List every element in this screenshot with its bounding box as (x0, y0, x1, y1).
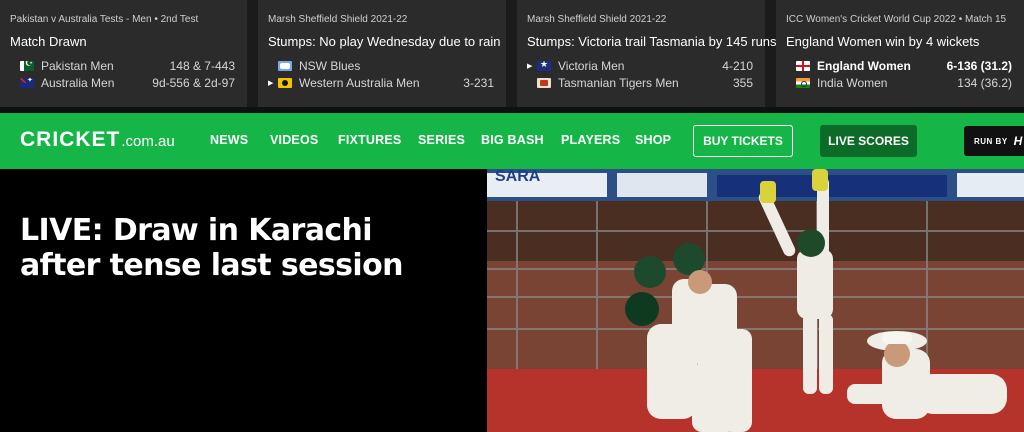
match-meta: Marsh Sheffield Shield 2021-22 (268, 14, 408, 25)
team-name: India Women (817, 76, 888, 90)
team-name: Tasmanian Tigers Men (558, 76, 679, 90)
victoria-flag-icon (537, 61, 551, 71)
team-row: Australia Men 9d-556 & 2d-97 (10, 75, 235, 91)
team-name: NSW Blues (299, 59, 361, 73)
sponsor-logo: H (1013, 134, 1023, 148)
nav-link-series[interactable]: SERIES (418, 133, 465, 147)
match-meta: Pakistan v Australia Tests - Men • 2nd T… (10, 14, 199, 25)
team-score: 6-136 (31.2) (946, 59, 1012, 73)
team-row: Tasmanian Tigers Men 355 (527, 75, 753, 91)
team-score: 3-231 (463, 76, 494, 90)
team-row: ▶ Western Australia Men 3-231 (268, 75, 494, 91)
match-meta: ICC Women's Cricket World Cup 2022 • Mat… (786, 14, 1007, 25)
hero-headline[interactable]: LIVE: Draw in Karachi after tense last s… (20, 213, 460, 283)
stadium-banner-text: SARA (495, 169, 541, 185)
hero-photo[interactable]: SARA (487, 169, 1024, 432)
buy-tickets-button[interactable]: BUY TICKETS (693, 125, 793, 157)
batting-indicator: ▶ (268, 80, 274, 87)
team-name: Western Australia Men (299, 76, 420, 90)
nav-link-videos[interactable]: VIDEOS (270, 133, 318, 147)
tasmania-flag-icon (537, 78, 551, 88)
team-score: 134 (36.2) (957, 76, 1012, 90)
logo-suffix: .com.au (121, 133, 175, 150)
main-nav: CRICKET .com.au NEWS VIDEOS FIXTURES SER… (0, 113, 1024, 169)
score-card[interactable]: Marsh Sheffield Shield 2021-22 Stumps: V… (517, 0, 791, 107)
team-name: Victoria Men (558, 59, 625, 73)
england-flag-icon (796, 61, 810, 71)
score-card[interactable]: Pakistan v Australia Tests - Men • 2nd T… (0, 0, 247, 107)
team-name: Pakistan Men (41, 59, 114, 73)
team-score: 9d-556 & 2d-97 (152, 76, 235, 90)
run-by-label: RUN BY (974, 136, 1008, 146)
score-ticker: Pakistan v Australia Tests - Men • 2nd T… (0, 0, 1024, 107)
hero-story[interactable]: LIVE: Draw in Karachi after tense last s… (0, 169, 1024, 432)
match-result: England Women win by 4 wickets (786, 34, 980, 49)
india-flag-icon (796, 78, 810, 88)
match-result: Stumps: No play Wednesday due to rain (268, 34, 501, 49)
sponsor-badge[interactable]: RUN BY H (964, 126, 1024, 156)
team-row: ▶ Victoria Men 4-210 (527, 58, 753, 74)
nav-link-shop[interactable]: SHOP (635, 133, 671, 147)
nav-link-big-bash[interactable]: BIG BASH (481, 133, 544, 147)
team-score: 4-210 (722, 59, 753, 73)
nav-link-fixtures[interactable]: FIXTURES (338, 133, 401, 147)
site-logo[interactable]: CRICKET .com.au (20, 128, 175, 152)
score-card[interactable]: Marsh Sheffield Shield 2021-22 Stumps: N… (258, 0, 506, 107)
team-name: England Women (817, 59, 911, 73)
pakistan-flag-icon (20, 61, 34, 71)
nav-link-players[interactable]: PLAYERS (561, 133, 620, 147)
live-scores-button[interactable]: LIVE SCORES (820, 125, 917, 157)
match-meta: Marsh Sheffield Shield 2021-22 (527, 14, 667, 25)
australia-flag-icon (20, 78, 34, 88)
match-result: Stumps: Victoria trail Tasmania by 145 r… (527, 34, 791, 49)
logo-wordmark: CRICKET (20, 128, 121, 151)
team-row: NSW Blues (268, 58, 494, 74)
wa-flag-icon (278, 78, 292, 88)
team-row: England Women 6-136 (31.2) (786, 58, 1012, 74)
team-row: India Women 134 (36.2) (786, 75, 1012, 91)
nav-link-news[interactable]: NEWS (210, 133, 248, 147)
team-score: 355 (732, 76, 753, 90)
team-name: Australia Men (41, 76, 115, 90)
celebrating-players-image: SARA (487, 169, 1024, 432)
batting-indicator: ▶ (527, 63, 533, 70)
team-score: 148 & 7-443 (169, 59, 235, 73)
match-result: Match Drawn (10, 34, 87, 49)
score-card[interactable]: ICC Women's Cricket World Cup 2022 • Mat… (776, 0, 1024, 107)
nsw-flag-icon (278, 61, 292, 71)
team-row: Pakistan Men 148 & 7-443 (10, 58, 235, 74)
